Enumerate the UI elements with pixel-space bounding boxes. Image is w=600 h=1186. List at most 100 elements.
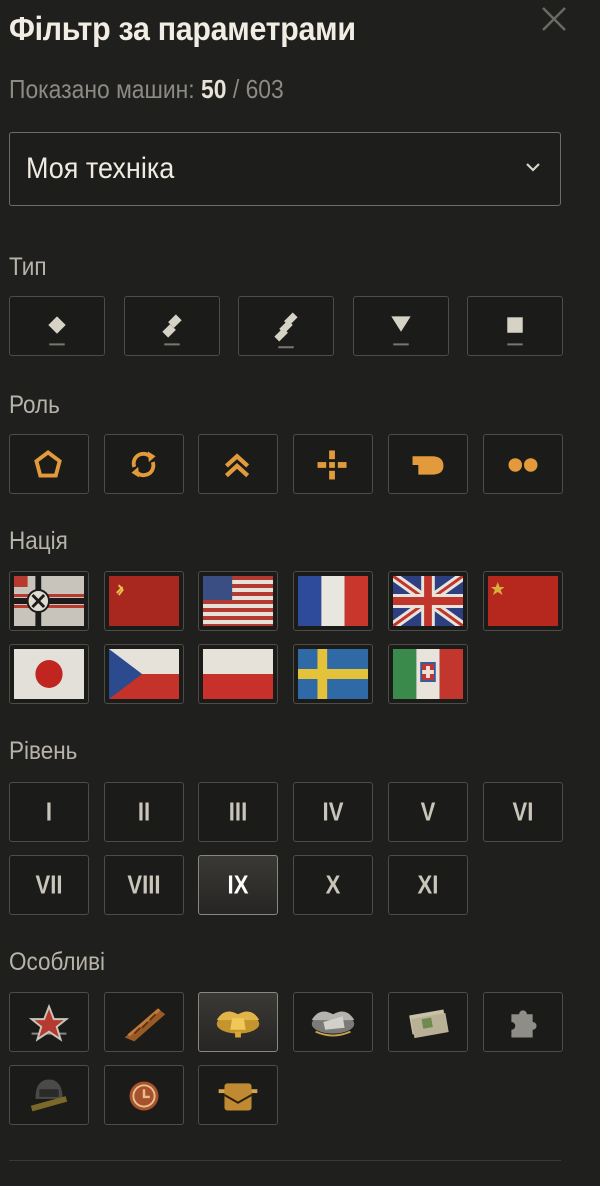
nation-button[interactable] xyxy=(103,644,184,704)
type-button[interactable] xyxy=(238,296,334,356)
count-shown: 50 xyxy=(201,74,227,104)
nation-button[interactable] xyxy=(387,571,468,631)
level-label: X xyxy=(325,869,341,900)
section-level-label: Рівень xyxy=(9,737,78,765)
level-button[interactable]: IV xyxy=(293,782,374,842)
dropdown-value: Моя техніка xyxy=(26,152,175,185)
count-total: 603 xyxy=(245,74,284,104)
heavy-tank-icon xyxy=(274,312,298,349)
special-button[interactable] xyxy=(198,1065,279,1125)
chevron-down-icon xyxy=(526,163,540,172)
puzzle-piece-icon xyxy=(510,1010,537,1038)
role-button[interactable] xyxy=(9,434,89,494)
pentagon-role-icon xyxy=(34,449,62,478)
usa-flag-icon xyxy=(203,576,274,626)
level-button[interactable]: XI xyxy=(387,855,468,915)
special-button[interactable] xyxy=(293,992,374,1052)
type-button[interactable] xyxy=(352,296,449,356)
double-chevron-role-icon xyxy=(225,453,250,478)
level-button[interactable]: V xyxy=(387,782,468,842)
level-label: IX xyxy=(227,869,249,900)
china-flag-icon xyxy=(487,576,558,626)
golden-wings-icon xyxy=(217,1011,260,1038)
level-button[interactable]: III xyxy=(198,782,279,842)
clock-rental-icon xyxy=(129,1081,159,1111)
level-button[interactable]: VI xyxy=(482,782,563,842)
level-label: IV xyxy=(322,796,344,827)
nation-button[interactable] xyxy=(293,571,374,631)
section-special-label: Особливі xyxy=(9,948,106,976)
level-label: XI xyxy=(417,869,439,900)
level-label: VI xyxy=(512,796,533,827)
ussr-flag-icon xyxy=(108,576,179,626)
nation-button[interactable] xyxy=(293,644,374,704)
france-flag-icon xyxy=(298,576,369,626)
star-emblem-icon xyxy=(28,1003,70,1042)
light-tank-icon xyxy=(48,316,66,346)
section-role-label: Роль xyxy=(9,391,60,419)
special-button[interactable] xyxy=(198,992,279,1052)
level-button[interactable]: II xyxy=(103,782,184,842)
count-label: Показано машин: xyxy=(9,74,195,104)
role-button[interactable] xyxy=(103,434,184,494)
role-button[interactable] xyxy=(387,434,468,494)
vehicle-set-dropdown[interactable]: Моя техніка xyxy=(9,132,561,206)
nation-button[interactable] xyxy=(9,571,89,631)
two-dots-role-icon xyxy=(508,458,537,472)
type-button[interactable] xyxy=(467,296,563,356)
level-label: VII xyxy=(35,869,63,900)
medium-tank-icon xyxy=(161,314,182,346)
role-button[interactable] xyxy=(482,434,563,494)
nation-button[interactable] xyxy=(482,571,563,631)
role-button[interactable] xyxy=(293,434,374,494)
nation-button[interactable] xyxy=(198,644,279,704)
nation-button[interactable] xyxy=(198,571,279,631)
germany-flag-icon xyxy=(14,576,84,626)
level-label: I xyxy=(45,796,53,827)
type-button[interactable] xyxy=(123,296,220,356)
special-button[interactable] xyxy=(9,992,89,1052)
special-button[interactable] xyxy=(9,1065,89,1125)
nation-button[interactable] xyxy=(9,644,89,704)
section-nation-label: Нація xyxy=(9,527,68,555)
level-label: III xyxy=(229,796,248,827)
count-separator: / xyxy=(232,74,240,104)
panel-title: Фільтр за параметрами xyxy=(9,10,356,47)
role-button[interactable] xyxy=(198,434,279,494)
close-icon[interactable] xyxy=(537,2,571,36)
crew-helmet-icon xyxy=(30,1079,68,1112)
special-button[interactable] xyxy=(103,1065,184,1125)
level-label: VIII xyxy=(127,869,161,900)
cash-bundle-icon xyxy=(408,1009,449,1039)
circle-arrows-role-icon xyxy=(131,451,156,478)
level-label: V xyxy=(420,796,436,827)
nation-button[interactable] xyxy=(103,571,184,631)
nation-button[interactable] xyxy=(387,644,468,704)
level-button[interactable]: I xyxy=(9,782,89,842)
level-button[interactable]: IX xyxy=(198,855,279,915)
uk-flag-icon xyxy=(392,576,463,626)
japan-flag-icon xyxy=(14,649,84,699)
vehicle-count: Показано машин: 50 / 603 xyxy=(9,74,284,105)
shell-camo-icon xyxy=(124,1008,165,1042)
level-label: II xyxy=(137,796,150,827)
section-type-label: Тип xyxy=(9,253,47,281)
special-button[interactable] xyxy=(387,992,468,1052)
poland-flag-icon xyxy=(203,649,274,699)
special-button[interactable] xyxy=(482,992,563,1052)
special-button[interactable] xyxy=(103,992,184,1052)
italy-flag-icon xyxy=(392,649,463,699)
sweden-flag-icon xyxy=(298,649,369,699)
gold-badge-icon xyxy=(219,1083,258,1111)
czech-flag-icon xyxy=(108,649,179,699)
level-button[interactable]: VII xyxy=(9,855,89,915)
tank-destroyer-icon xyxy=(390,316,411,346)
bullet-role-icon xyxy=(412,456,444,475)
bottom-divider xyxy=(9,1160,561,1161)
level-button[interactable]: VIII xyxy=(103,855,184,915)
type-button[interactable] xyxy=(9,296,105,356)
spg-icon xyxy=(507,317,523,346)
crosshair-role-icon xyxy=(317,450,347,480)
level-button[interactable]: X xyxy=(293,855,374,915)
silver-wings-icon xyxy=(311,1011,355,1037)
